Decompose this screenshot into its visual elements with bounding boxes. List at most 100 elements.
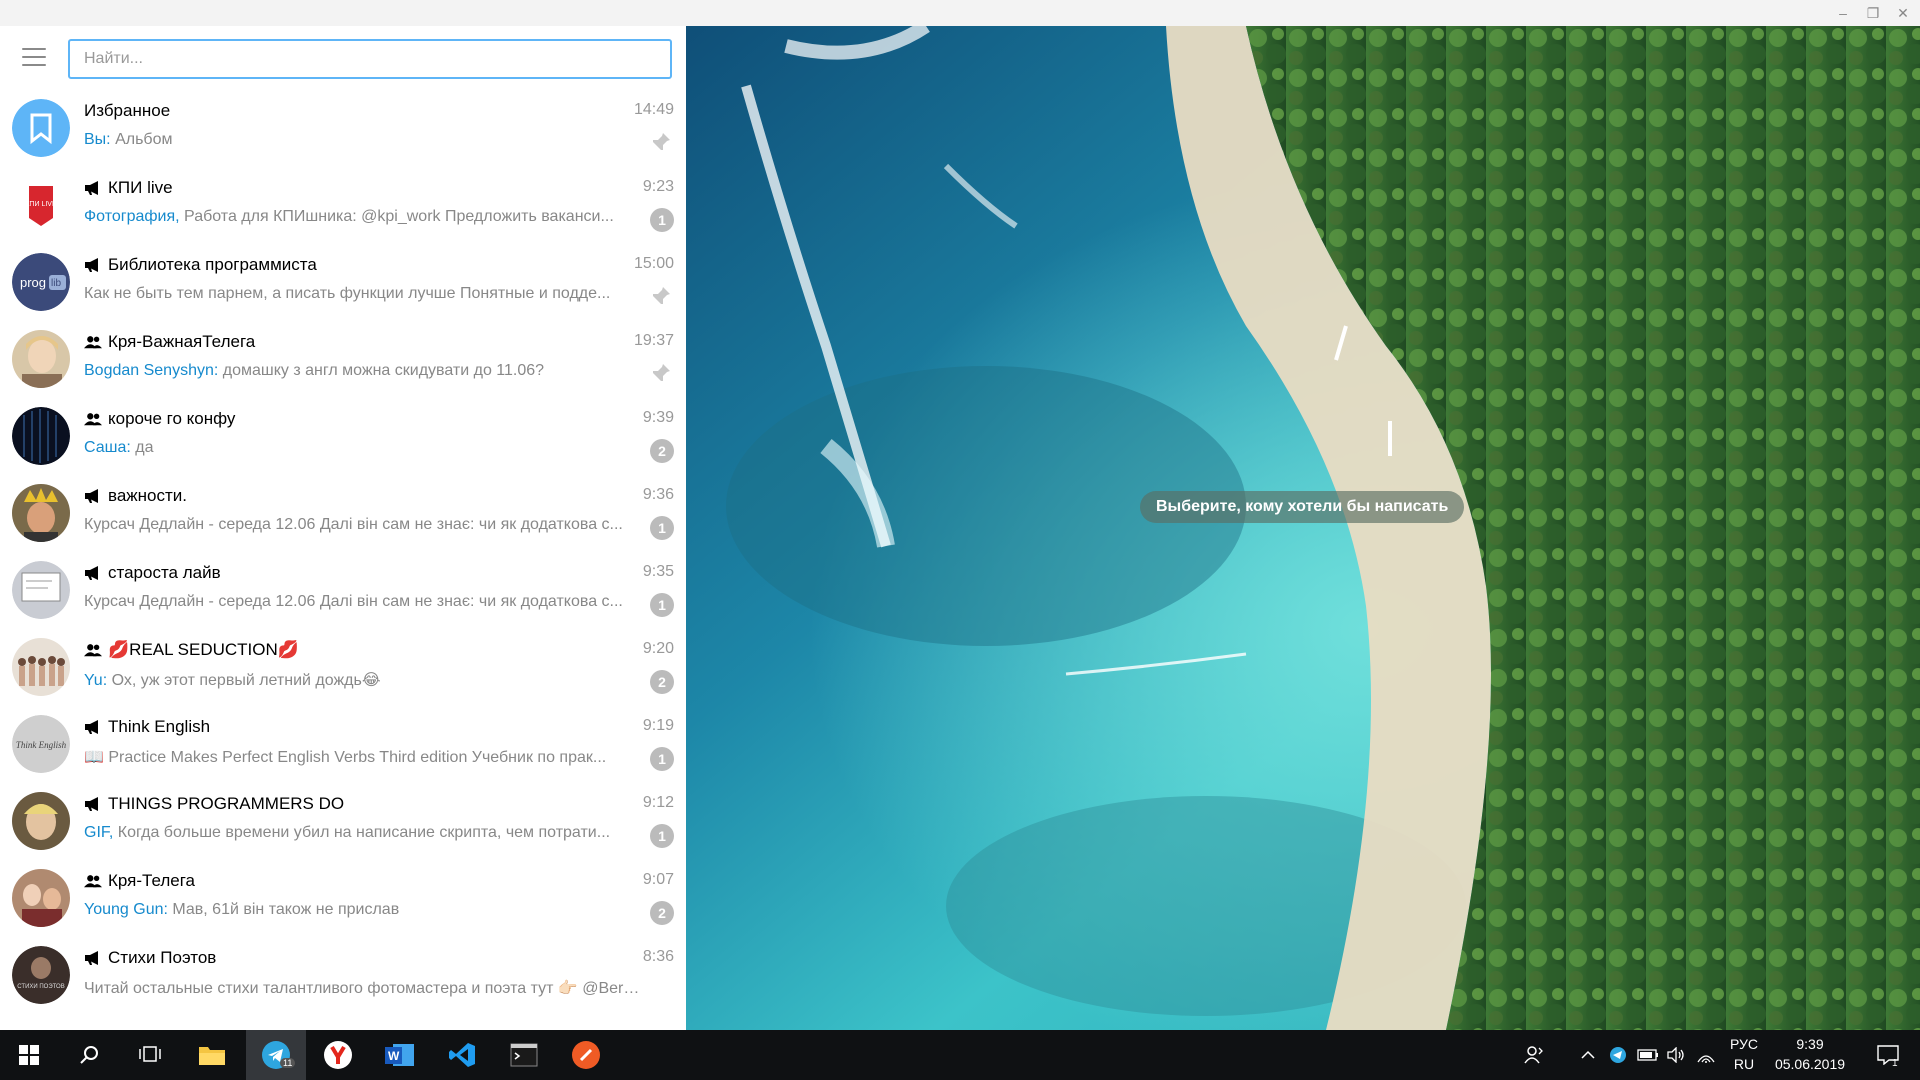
telegram-taskbar-icon[interactable]: 11 bbox=[246, 1030, 306, 1080]
chat-list-item[interactable]: Кря-Телега 9:07 Young Gun: Мав, 61й він … bbox=[0, 860, 686, 937]
chat-time: 15:00 bbox=[633, 255, 674, 272]
chevron-up-icon[interactable] bbox=[1574, 1030, 1602, 1080]
channel-megaphone-icon bbox=[85, 566, 98, 580]
restore-button[interactable]: ❐ bbox=[1858, 0, 1888, 26]
chat-list-item[interactable]: важности. 9:36 Курсач Дедлайн - середа 1… bbox=[0, 475, 686, 552]
chat-avatar bbox=[12, 792, 70, 850]
group-icon bbox=[84, 644, 102, 657]
battery-icon[interactable] bbox=[1634, 1030, 1662, 1080]
chat-list-item[interactable]: Кря-ВажнаяТелега 19:37 Bogdan Senyshyn: … bbox=[0, 321, 686, 398]
chat-title: короче го конфу bbox=[84, 409, 235, 429]
message-text: Альбом bbox=[110, 131, 173, 148]
beach-wallpaper bbox=[686, 26, 1920, 1030]
file-explorer-icon[interactable] bbox=[182, 1030, 242, 1080]
task-view-icon[interactable] bbox=[120, 1030, 180, 1080]
chat-last-message: Читай остальные стихи талантливого фотом… bbox=[84, 978, 640, 998]
channel-megaphone-icon bbox=[85, 181, 98, 195]
chat-avatar bbox=[12, 561, 70, 619]
chat-avatar bbox=[12, 869, 70, 927]
pin-icon bbox=[652, 364, 670, 382]
postman-icon[interactable] bbox=[556, 1030, 616, 1080]
message-text: 📖 Practice Makes Perfect English Verbs T… bbox=[84, 749, 607, 766]
volume-icon[interactable] bbox=[1662, 1030, 1690, 1080]
chat-title: Кря-ВажнаяТелега bbox=[84, 332, 255, 352]
chat-last-message: GIF, Когда больше времени убил на написа… bbox=[84, 824, 640, 842]
notification-count: 1 bbox=[1892, 1058, 1898, 1069]
clock[interactable]: 9:39 05.06.2019 bbox=[1772, 1036, 1848, 1072]
wifi-icon[interactable] bbox=[1692, 1030, 1720, 1080]
message-sender: Саша: bbox=[84, 439, 131, 456]
chat-avatar bbox=[12, 99, 70, 157]
chat-list-item[interactable]: prog lib Библиотека программиста 15:00 Ка… bbox=[0, 244, 686, 321]
chat-list-item[interactable]: 💋REAL SEDUCTION💋 9:20 Yu: Ох, уж этот пе… bbox=[0, 629, 686, 706]
svg-text:prog: prog bbox=[20, 275, 46, 290]
chat-last-message: Вы: Альбом bbox=[84, 131, 640, 149]
chat-last-message: Курсач Дедлайн - середа 12.06 Далі він с… bbox=[84, 593, 640, 611]
unread-badge: 2 bbox=[650, 439, 674, 463]
chat-title: староста лайв bbox=[84, 563, 221, 583]
message-text: Читай остальные стихи талантливого фотом… bbox=[84, 980, 640, 997]
terminal-icon[interactable] bbox=[494, 1030, 554, 1080]
windows-start-icon[interactable] bbox=[0, 1030, 58, 1080]
chat-avatar bbox=[12, 484, 70, 542]
chat-title-text: 💋REAL SEDUCTION💋 bbox=[108, 640, 299, 659]
message-sender: Yu: bbox=[84, 672, 108, 689]
chat-title: важности. bbox=[84, 486, 187, 506]
chat-title-text: Think English bbox=[108, 717, 211, 736]
message-text: Мав, 61й він також не прислав bbox=[167, 901, 400, 918]
chat-list-item[interactable]: Think English Think English 9:19 📖 Pract… bbox=[0, 706, 686, 783]
chat-title-text: THINGS PROGRAMMERS DO bbox=[108, 794, 345, 813]
chat-time: 14:49 bbox=[633, 101, 674, 118]
chat-title-text: Библиотека программиста bbox=[108, 255, 317, 274]
channel-megaphone-icon bbox=[85, 489, 98, 503]
input-language-indicator[interactable]: РУС RU bbox=[1722, 1036, 1766, 1072]
minimize-button[interactable]: ‒ bbox=[1828, 0, 1858, 26]
chat-title: Библиотека программиста bbox=[84, 255, 317, 275]
message-text: да bbox=[130, 439, 154, 456]
message-text: Курсач Дедлайн - середа 12.06 Далі він с… bbox=[84, 593, 623, 610]
chat-title-text: короче го конфу bbox=[108, 409, 236, 428]
yandex-browser-icon[interactable] bbox=[308, 1030, 368, 1080]
unread-badge: 1 bbox=[650, 593, 674, 617]
chat-title: Кря-Телега bbox=[84, 871, 195, 891]
chat-list-item[interactable]: THINGS PROGRAMMERS DO 9:12 GIF, Когда бо… bbox=[0, 783, 686, 860]
chat-avatar bbox=[12, 407, 70, 465]
clock-date: 05.06.2019 bbox=[1774, 1056, 1846, 1072]
chat-title: Think English bbox=[84, 717, 210, 737]
telegram-tray-icon[interactable] bbox=[1604, 1030, 1632, 1080]
chat-title-text: Кря-Телега bbox=[108, 871, 196, 890]
message-sender: Вы: bbox=[84, 131, 111, 148]
sidebar-header bbox=[0, 26, 686, 90]
message-sender: GIF, bbox=[84, 824, 114, 841]
chat-time: 9:36 bbox=[642, 486, 674, 503]
chat-last-message: Как не быть тем парнем, а писать функции… bbox=[84, 285, 640, 303]
chat-list-item[interactable]: СТИХИ ПОЭТОВ Стихи Поэтов 8:36 Читай ост… bbox=[0, 937, 686, 1014]
hamburger-menu-icon[interactable] bbox=[22, 48, 46, 66]
message-text: Курсач Дедлайн - середа 12.06 Далі він с… bbox=[84, 516, 623, 533]
window-titlebar: ‒ ❐ ✕ bbox=[0, 0, 1920, 26]
search-input[interactable] bbox=[68, 39, 672, 79]
chat-list-item[interactable]: короче го конфу 9:39 Саша: да 2 bbox=[0, 398, 686, 475]
chat-list-item[interactable]: староста лайв 9:35 Курсач Дедлайн - сере… bbox=[0, 552, 686, 629]
group-icon bbox=[84, 875, 102, 888]
chat-time: 9:07 bbox=[642, 871, 674, 888]
message-text: Ох, уж этот первый летний дождь😂 bbox=[107, 672, 381, 689]
channel-megaphone-icon bbox=[85, 720, 98, 734]
chat-time: 9:23 bbox=[642, 178, 674, 195]
chat-avatar bbox=[12, 330, 70, 388]
unread-badge: 1 bbox=[650, 747, 674, 771]
chat-title-text: Избранное bbox=[84, 101, 171, 120]
close-button[interactable]: ✕ bbox=[1888, 0, 1918, 26]
search-icon[interactable] bbox=[60, 1030, 120, 1080]
notification-center-icon[interactable]: 1 bbox=[1862, 1030, 1914, 1080]
chat-list-item[interactable]: КПИ LIVE КПИ live 9:23 Фотография, Работ… bbox=[0, 167, 686, 244]
chat-time: 9:20 bbox=[642, 640, 674, 657]
svg-text:lib: lib bbox=[51, 278, 61, 289]
vscode-icon[interactable] bbox=[432, 1030, 492, 1080]
group-icon bbox=[84, 413, 102, 426]
word-icon[interactable]: W bbox=[370, 1030, 430, 1080]
chat-last-message: Yu: Ох, уж этот первый летний дождь😂 bbox=[84, 670, 640, 690]
chat-list-item[interactable]: Избранное 14:49 Вы: Альбом bbox=[0, 90, 686, 167]
language-code-top: РУС bbox=[1729, 1036, 1759, 1052]
people-icon[interactable] bbox=[1516, 1030, 1552, 1080]
